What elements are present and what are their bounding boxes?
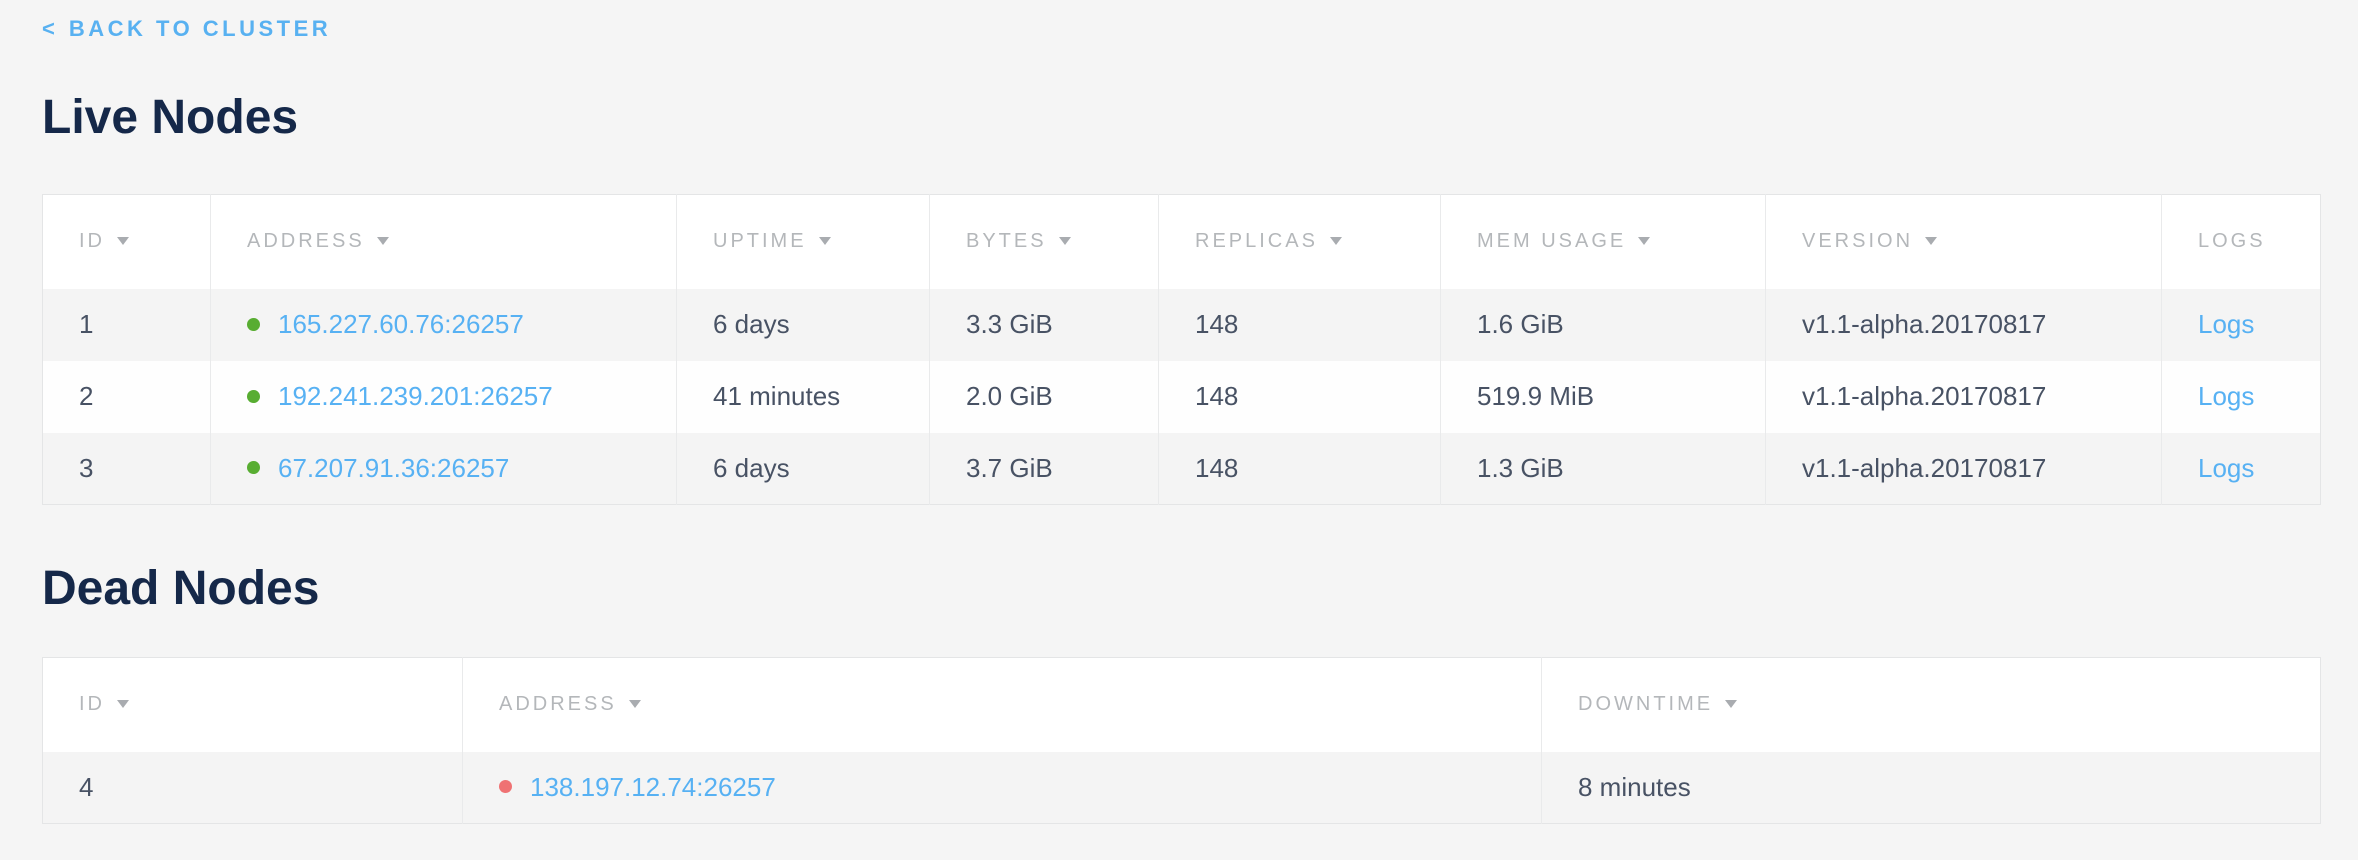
logs-link[interactable]: Logs <box>2198 453 2254 483</box>
column-header-address[interactable]: ADDRESS <box>211 195 677 289</box>
node-mem-usage-cell: 1.6 GiB <box>1441 289 1766 361</box>
back-chevron-icon: < <box>42 15 55 42</box>
live-node-row: 1 165.227.60.76:26257 6 days 3.3 GiB 148… <box>43 289 2321 361</box>
back-to-cluster-link[interactable]: < BACK TO CLUSTER <box>42 15 331 42</box>
sort-arrow-icon <box>377 237 389 245</box>
node-address-link[interactable]: 138.197.12.74:26257 <box>530 772 776 802</box>
node-address-link[interactable]: 67.207.91.36:26257 <box>278 453 509 483</box>
column-header-replicas[interactable]: REPLICAS <box>1159 195 1441 289</box>
node-version-cell: v1.1-alpha.20170817 <box>1766 289 2162 361</box>
node-uptime-cell: 41 minutes <box>677 361 930 433</box>
node-logs-cell: Logs <box>2162 289 2321 361</box>
column-header-id[interactable]: ID <box>43 658 463 752</box>
node-address-cell: 138.197.12.74:26257 <box>463 752 1542 824</box>
node-id-cell: 3 <box>43 433 211 505</box>
node-uptime-cell: 6 days <box>677 289 930 361</box>
logs-link[interactable]: Logs <box>2198 309 2254 339</box>
live-status-dot-icon <box>247 318 260 331</box>
node-address-cell: 192.241.239.201:26257 <box>211 361 677 433</box>
column-header-logs: LOGS <box>2162 195 2321 289</box>
node-mem-usage-cell: 519.9 MiB <box>1441 361 1766 433</box>
sort-arrow-icon <box>819 237 831 245</box>
sort-arrow-icon <box>1059 237 1071 245</box>
node-address-link[interactable]: 165.227.60.76:26257 <box>278 309 524 339</box>
node-logs-cell: Logs <box>2162 361 2321 433</box>
sort-arrow-icon <box>1638 237 1650 245</box>
node-logs-cell: Logs <box>2162 433 2321 505</box>
node-address-link[interactable]: 192.241.239.201:26257 <box>278 381 553 411</box>
node-bytes-cell: 2.0 GiB <box>930 361 1159 433</box>
sort-arrow-icon <box>117 700 129 708</box>
live-nodes-header-row: ID ADDRESS UPTIME BYTES REPLICAS MEM USA… <box>43 195 2321 289</box>
node-uptime-cell: 6 days <box>677 433 930 505</box>
column-header-downtime[interactable]: DOWNTIME <box>1542 658 2321 752</box>
live-node-row: 2 192.241.239.201:26257 41 minutes 2.0 G… <box>43 361 2321 433</box>
node-replicas-cell: 148 <box>1159 433 1441 505</box>
node-bytes-cell: 3.7 GiB <box>930 433 1159 505</box>
node-replicas-cell: 148 <box>1159 361 1441 433</box>
node-replicas-cell: 148 <box>1159 289 1441 361</box>
dead-node-row: 4 138.197.12.74:26257 8 minutes <box>43 752 2321 824</box>
live-status-dot-icon <box>247 461 260 474</box>
node-bytes-cell: 3.3 GiB <box>930 289 1159 361</box>
live-status-dot-icon <box>247 390 260 403</box>
sort-arrow-icon <box>1725 700 1737 708</box>
live-nodes-title: Live Nodes <box>42 90 2320 145</box>
live-node-row: 3 67.207.91.36:26257 6 days 3.7 GiB 148 … <box>43 433 2321 505</box>
column-header-bytes[interactable]: BYTES <box>930 195 1159 289</box>
node-id-cell: 1 <box>43 289 211 361</box>
sort-arrow-icon <box>629 700 641 708</box>
column-header-uptime[interactable]: UPTIME <box>677 195 930 289</box>
node-id-cell: 4 <box>43 752 463 824</box>
dead-status-dot-icon <box>499 780 512 793</box>
back-row: < BACK TO CLUSTER <box>42 15 2320 42</box>
node-address-cell: 67.207.91.36:26257 <box>211 433 677 505</box>
sort-arrow-icon <box>117 237 129 245</box>
dead-nodes-title: Dead Nodes <box>42 561 2320 616</box>
back-to-cluster-label: BACK TO CLUSTER <box>69 15 331 42</box>
node-version-cell: v1.1-alpha.20170817 <box>1766 433 2162 505</box>
sort-arrow-icon <box>1925 237 1937 245</box>
column-header-version[interactable]: VERSION <box>1766 195 2162 289</box>
logs-link[interactable]: Logs <box>2198 381 2254 411</box>
sort-arrow-icon <box>1330 237 1342 245</box>
live-nodes-table: ID ADDRESS UPTIME BYTES REPLICAS MEM USA… <box>42 194 2321 505</box>
node-version-cell: v1.1-alpha.20170817 <box>1766 361 2162 433</box>
node-mem-usage-cell: 1.3 GiB <box>1441 433 1766 505</box>
node-list-page: < BACK TO CLUSTER Live Nodes ID ADDRESS … <box>0 0 2358 824</box>
dead-nodes-header-row: ID ADDRESS DOWNTIME <box>43 658 2321 752</box>
node-address-cell: 165.227.60.76:26257 <box>211 289 677 361</box>
node-downtime-cell: 8 minutes <box>1542 752 2321 824</box>
node-id-cell: 2 <box>43 361 211 433</box>
dead-nodes-table: ID ADDRESS DOWNTIME 4 138.197.12.74:2625… <box>42 657 2321 824</box>
column-header-id[interactable]: ID <box>43 195 211 289</box>
column-header-mem-usage[interactable]: MEM USAGE <box>1441 195 1766 289</box>
column-header-address[interactable]: ADDRESS <box>463 658 1542 752</box>
